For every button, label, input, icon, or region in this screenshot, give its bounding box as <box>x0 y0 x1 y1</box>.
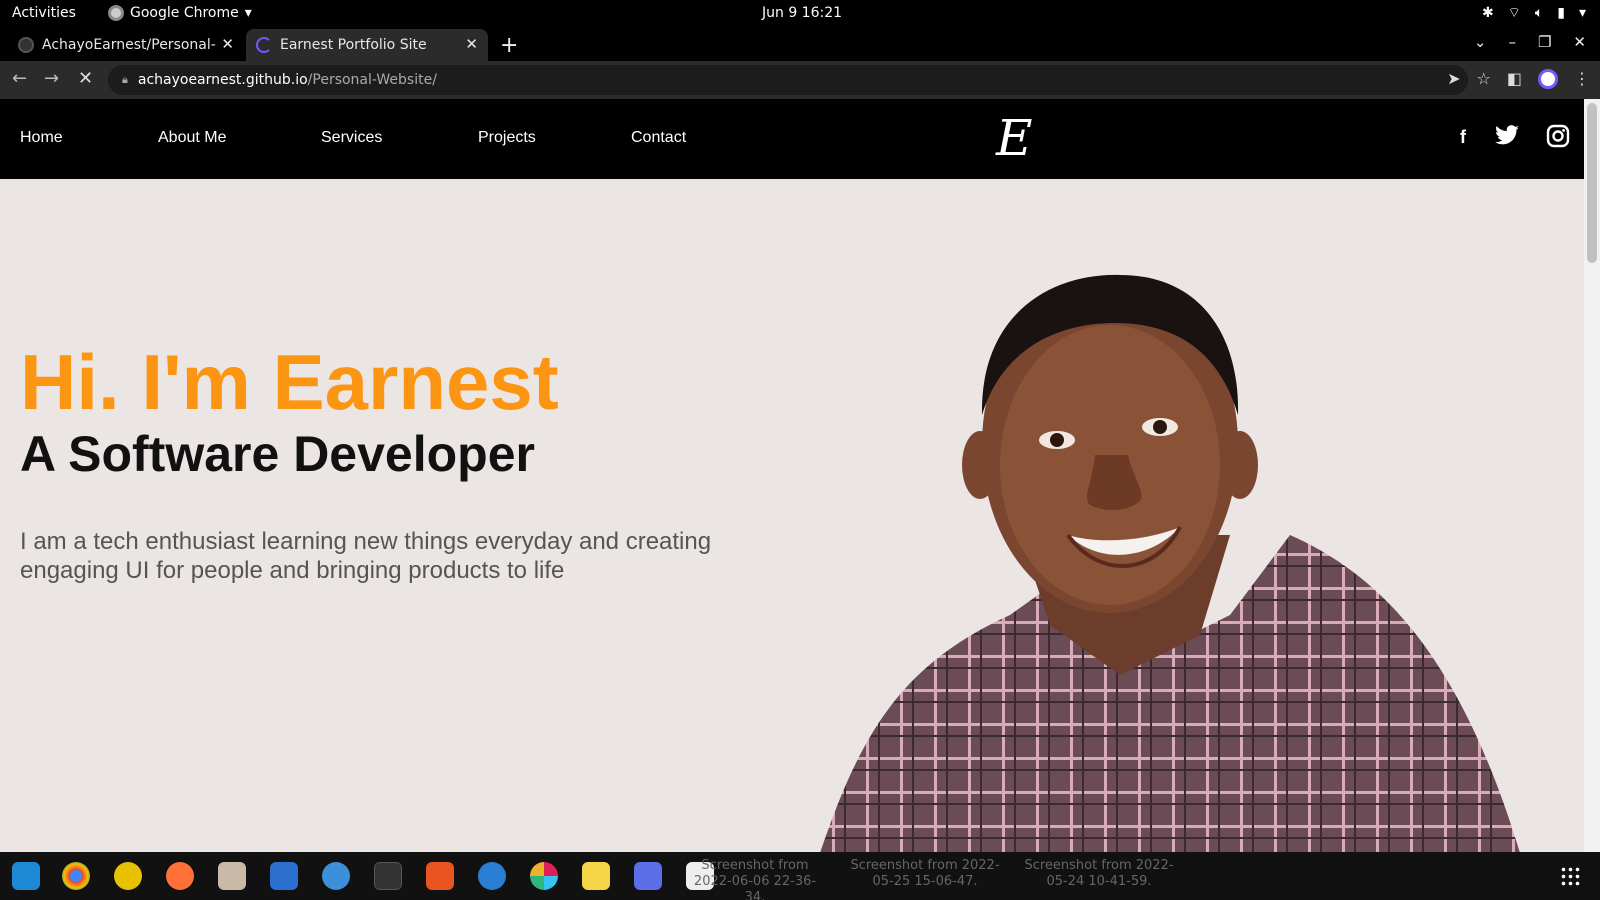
app-menu-label: Google Chrome <box>130 5 239 21</box>
site-logo[interactable]: E <box>996 109 1033 167</box>
system-top-bar: Activities Google Chrome ▾ Jun 9 16:21 ✱… <box>0 0 1600 27</box>
battery-icon[interactable]: ▮ <box>1557 5 1565 21</box>
hero-subtitle: A Software Developer <box>20 426 535 482</box>
back-icon[interactable]: ← <box>12 68 27 89</box>
window-controls: ⌄ – ❐ ✕ <box>1474 33 1586 51</box>
lock-icon[interactable]: 🔒︎ <box>122 73 128 87</box>
forward-icon[interactable]: → <box>44 68 59 89</box>
url-path: /Personal-Website/ <box>307 72 437 88</box>
rhythmbox-icon[interactable] <box>114 862 142 890</box>
notes-icon[interactable] <box>582 862 610 890</box>
chevron-down-icon[interactable]: ▾ <box>1579 5 1586 21</box>
slack-icon[interactable] <box>530 862 558 890</box>
nav-services[interactable]: Services <box>321 129 382 147</box>
show-apps-grid-icon[interactable] <box>1560 866 1580 886</box>
desktop-file-label: Screenshot from 2022-06-06 22-36-34. <box>693 858 817 900</box>
firefox-icon[interactable] <box>166 862 194 890</box>
address-bar[interactable]: 🔒︎ achayoearnest.github.io /Personal-Web… <box>108 65 1468 95</box>
facebook-icon[interactable]: f <box>1460 127 1466 148</box>
page-viewport: Home About Me Services Projects Contact … <box>0 99 1584 852</box>
wifi-icon[interactable]: ⌔ <box>1508 4 1521 22</box>
nav-contact[interactable]: Contact <box>631 129 686 147</box>
app-menu[interactable]: Google Chrome ▾ <box>108 5 252 21</box>
twitter-icon[interactable] <box>1494 125 1520 147</box>
new-tab-button[interactable]: + <box>500 33 518 58</box>
chrome-icon <box>108 5 124 21</box>
tab-portfolio[interactable]: Earnest Portfolio Site ✕ <box>246 29 488 61</box>
system-tray[interactable]: ✱ ⌔ 🔈︎ ▮ ▾ <box>1482 4 1586 22</box>
hero-description: I am a tech enthusiast learning new thin… <box>20 528 712 584</box>
nav-about[interactable]: About Me <box>158 129 226 147</box>
software-center-icon[interactable] <box>426 862 454 890</box>
tab-github[interactable]: AchayoEarnest/Personal- ✕ <box>8 29 244 61</box>
screenshot-tool-icon[interactable] <box>634 862 662 890</box>
close-tab-icon[interactable]: ✕ <box>221 35 234 53</box>
help-icon[interactable] <box>478 862 506 890</box>
browser-toolbar: ← → ✕ 🔒︎ achayoearnest.github.io /Person… <box>0 61 1600 99</box>
instagram-icon[interactable] <box>1546 124 1570 148</box>
profile-photo <box>820 274 1520 852</box>
desktop-file-label: Screenshot from 2022-05-25 15-06-47. <box>850 858 1000 889</box>
menu-kebab-icon[interactable]: ⋮ <box>1574 69 1590 89</box>
nav-home[interactable]: Home <box>20 129 63 147</box>
tab-strip: AchayoEarnest/Personal- ✕ Earnest Portfo… <box>0 27 1600 61</box>
slack-tray-icon[interactable]: ✱ <box>1482 5 1494 21</box>
terminal-icon[interactable] <box>374 862 402 890</box>
tab-search-icon[interactable]: ⌄ <box>1474 33 1487 51</box>
close-tab-icon[interactable]: ✕ <box>465 35 478 53</box>
scrollbar-thumb[interactable] <box>1587 103 1597 263</box>
desktop-file-label: Screenshot from 2022-05-24 10-41-59. <box>1024 858 1174 889</box>
taskbar-dock: Screenshot from 2022-06-06 22-36-34. Scr… <box>0 852 1600 900</box>
activities-button[interactable]: Activities <box>12 5 76 21</box>
stop-icon[interactable]: ✕ <box>78 68 93 89</box>
chrome-icon[interactable] <box>62 862 90 890</box>
toolbar-actions: ➤ ☆ ◧ ⋮ <box>1447 69 1590 89</box>
files-icon[interactable] <box>218 862 246 890</box>
clock[interactable]: Jun 9 16:21 <box>762 5 842 21</box>
site-navbar: Home About Me Services Projects Contact … <box>0 99 1584 179</box>
hero-title: Hi. I'm Earnest <box>20 338 559 426</box>
maximize-icon[interactable]: ❐ <box>1538 33 1551 51</box>
volume-icon[interactable]: 🔈︎ <box>1535 5 1543 21</box>
tab-title: Earnest Portfolio Site <box>280 37 427 53</box>
github-icon <box>18 37 34 53</box>
close-window-icon[interactable]: ✕ <box>1573 33 1586 51</box>
loading-spinner-icon <box>256 37 272 53</box>
profile-avatar[interactable] <box>1538 69 1558 89</box>
url-host: achayoearnest.github.io <box>137 72 308 88</box>
minimize-icon[interactable]: – <box>1508 33 1516 51</box>
vscode-icon[interactable] <box>12 862 40 890</box>
send-icon[interactable]: ➤ <box>1447 69 1460 89</box>
bookmark-star-icon[interactable]: ☆ <box>1477 69 1491 89</box>
caret-down-icon: ▾ <box>244 5 252 21</box>
tab-title: AchayoEarnest/Personal- <box>42 37 216 53</box>
page-scrollbar[interactable] <box>1584 99 1600 852</box>
thunderbird-icon[interactable] <box>322 862 350 890</box>
side-panel-icon[interactable]: ◧ <box>1507 69 1522 89</box>
nav-projects[interactable]: Projects <box>478 129 536 147</box>
writer-icon[interactable] <box>270 862 298 890</box>
